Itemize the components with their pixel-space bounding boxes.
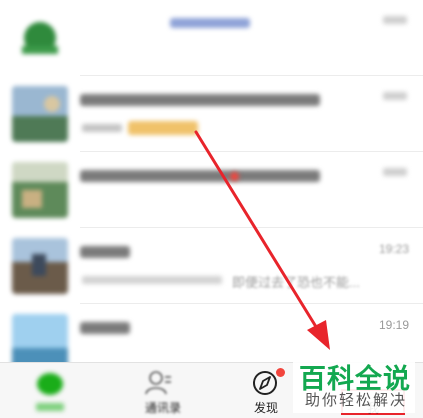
tab-chats[interactable] (0, 363, 100, 418)
chat-item-3[interactable]: 19:23 即便过去了恐也不能... (0, 228, 423, 304)
contacts-icon (143, 368, 173, 403)
chat-bubble-icon (33, 368, 67, 403)
chat-name-blur (80, 170, 320, 182)
photo-avatar-icon (12, 238, 68, 294)
watermark-logo: 百科全说 助你轻松解决 (293, 355, 415, 413)
chat-time: 19:19 (378, 318, 409, 332)
photo-avatar-icon (12, 86, 68, 142)
time-blur (383, 92, 407, 100)
avatar (12, 86, 68, 142)
tab-label-blur (36, 403, 64, 411)
time-blur (383, 168, 407, 176)
avatar (12, 238, 68, 294)
chat-item-1[interactable] (0, 76, 423, 152)
unread-dot (230, 172, 239, 181)
avatar (12, 162, 68, 218)
chat-time: 19:23 (378, 242, 409, 256)
chat-name-blur (80, 322, 130, 334)
chat-list: 19:23 即便过去了恐也不能... 19:19 (0, 0, 423, 370)
preview-blur (82, 124, 122, 132)
tab-contacts[interactable]: 通讯录 (108, 363, 208, 418)
watermark-subtitle: 助你轻松解决 (305, 392, 408, 409)
chat-name-blur (80, 246, 130, 258)
avatar (12, 10, 68, 66)
chat-item-0[interactable] (0, 0, 423, 76)
chat-name-blur (170, 18, 250, 28)
discover-red-dot (276, 368, 285, 377)
chat-item-2[interactable] (0, 152, 423, 228)
chat-preview: 即便过去了恐也不能... (232, 275, 360, 290)
preview-blur (82, 276, 222, 284)
green-logo-icon (22, 22, 58, 54)
time-blur (383, 16, 407, 24)
tab-label: 通讯录 (144, 401, 181, 415)
chat-name-blur (80, 94, 320, 106)
preview-badge (128, 121, 198, 135)
photo-avatar-icon (12, 162, 68, 218)
